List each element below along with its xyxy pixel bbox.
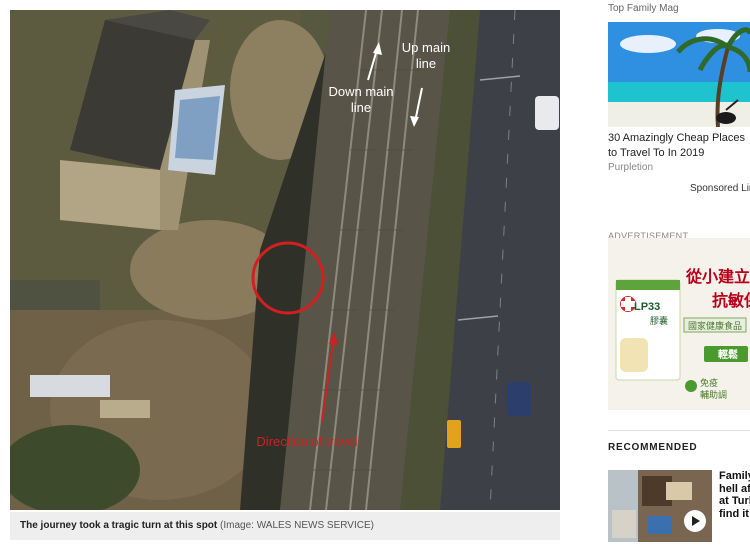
promo-title[interactable]: 30 Amazingly Cheap Places to Travel To I…	[608, 131, 750, 161]
recommended-title-line: hell af	[719, 482, 750, 495]
article-figure: Down main line Up main line Direction of…	[0, 0, 571, 557]
ad-badge-text: 輕鬆	[718, 348, 738, 361]
recommended-title[interactable]: Family hell af at Turk find it	[719, 470, 750, 520]
ad-brand: LP33	[634, 301, 660, 313]
ad-bottom-2: 輔助調	[700, 389, 727, 401]
ad-headline-2: 抗敏保	[712, 291, 750, 310]
recommended-thumbnail[interactable]	[608, 470, 712, 542]
page: Down main line Up main line Direction of…	[0, 0, 750, 557]
label-direction-of-travel: Direction of travel	[256, 434, 357, 449]
label-down-main-line-2: line	[351, 100, 371, 115]
recommended-title-line: find it	[719, 507, 749, 520]
ad-bottom-1: 免疫	[700, 377, 718, 389]
ad-strip-text: 國家健康食品	[688, 320, 742, 332]
caption-credit: (Image: WALES NEWS SERVICE)	[220, 520, 374, 531]
beach-image	[608, 22, 750, 127]
aerial-photo-drawing: Down main line Up main line Direction of…	[10, 10, 560, 510]
sidebar: Top Family Mag 30 Amazingly Cheap Places…	[598, 0, 750, 557]
advertisement-banner[interactable]: LP33 膠囊 從小建立 抗敏保 國家健康食品 輕鬆 免疫 輔助調	[608, 238, 750, 410]
play-icon[interactable]	[684, 510, 706, 532]
ad-artwork: LP33 膠囊 從小建立 抗敏保 國家健康食品 輕鬆 免疫 輔助調	[608, 238, 750, 410]
caption-text: The journey took a tragic turn at this s…	[20, 520, 218, 531]
label-up-main-line-2: line	[416, 56, 436, 71]
promo-image[interactable]	[608, 22, 750, 127]
aerial-photo[interactable]: Down main line Up main line Direction of…	[10, 10, 560, 510]
ad-brand-sub: 膠囊	[650, 315, 668, 327]
recommended-title-line: at Turk	[719, 495, 750, 507]
promo-source-top[interactable]: Top Family Mag	[608, 3, 679, 14]
recommended-heading: RECOMMENDED	[608, 442, 698, 453]
ad-headline-1: 從小建立	[685, 267, 750, 286]
photo-caption: The journey took a tragic turn at this s…	[10, 512, 560, 540]
label-down-main-line-1: Down main	[328, 84, 393, 99]
section-divider	[608, 430, 750, 431]
recommended-title-line: Family	[719, 470, 750, 482]
promo-source[interactable]: Purpletion	[608, 162, 653, 173]
sponsored-links[interactable]: Sponsored Links	[690, 183, 750, 194]
label-up-main-line-1: Up main	[402, 40, 450, 55]
